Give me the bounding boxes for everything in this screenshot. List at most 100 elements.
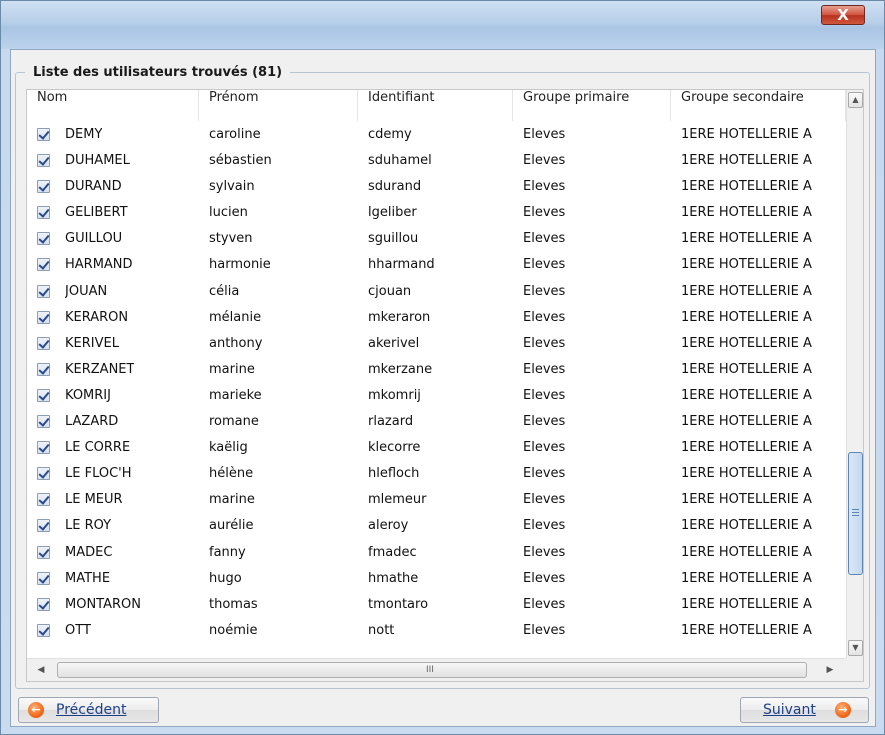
row-checkbox[interactable]	[37, 467, 50, 481]
table-row[interactable]: KERZANET marine mkerzane Eleves 1ERE HOTELLE…	[27, 357, 846, 383]
cell-prenom: thomas	[209, 596, 258, 612]
next-button[interactable]: Suivant →	[740, 697, 869, 723]
cell-groupe-primaire: Eleves	[523, 387, 566, 403]
scroll-left-button[interactable]: ◀	[33, 662, 49, 678]
table-row[interactable]: KOMRIJ marieke mkomrij Eleves 1ERE HOTELLERI…	[27, 383, 846, 409]
horizontal-scrollbar[interactable]: ◀ III ▶	[27, 658, 846, 681]
vertical-scroll-thumb[interactable]	[848, 452, 863, 575]
row-checkbox[interactable]	[37, 284, 50, 298]
row-checkbox[interactable]	[37, 597, 50, 611]
table-row[interactable]: KERARON mélanie mkeraron Eleves 1ERE HOTELLE…	[27, 305, 846, 331]
scroll-right-button[interactable]: ▶	[822, 662, 838, 678]
cell-nom: JOUAN	[65, 283, 108, 299]
cell-groupe-secondaire: 1ERE HOTELLERIE A	[681, 283, 812, 299]
cell-identifiant: tmontaro	[368, 596, 429, 612]
column-header-prenom[interactable]: Prénom	[199, 90, 358, 121]
cell-groupe-primaire: Eleves	[523, 596, 566, 612]
cell-groupe-primaire: Eleves	[523, 309, 566, 325]
cell-groupe-secondaire: 1ERE HOTELLERIE A	[681, 518, 812, 534]
horizontal-scroll-thumb[interactable]: III	[57, 662, 807, 678]
cell-identifiant: hlefloch	[368, 466, 420, 482]
arrow-right-icon: →	[835, 702, 851, 718]
cell-identifiant: mkeraron	[368, 309, 431, 325]
row-checkbox[interactable]	[37, 571, 50, 585]
list-rows: DEMY caroline cdemy Eleves 1ERE HOTELLERIE A…	[27, 122, 846, 644]
row-checkbox[interactable]	[37, 493, 50, 507]
cell-groupe-secondaire: 1ERE HOTELLERIE A	[681, 257, 812, 273]
cell-groupe-secondaire: 1ERE HOTELLERIE A	[681, 414, 812, 430]
cell-identifiant: rlazard	[368, 414, 414, 430]
cell-identifiant: hharmand	[368, 257, 435, 273]
column-header-groupe-secondaire[interactable]: Groupe secondaire	[671, 90, 846, 121]
cell-groupe-secondaire: 1ERE HOTELLERIE A	[681, 622, 812, 638]
cell-prenom: hélène	[209, 466, 254, 482]
cell-groupe-primaire: Eleves	[523, 205, 566, 221]
row-checkbox[interactable]	[37, 519, 50, 533]
table-row[interactable]: DUHAMEL sébastien sduhamel Eleves 1ERE HOTEL…	[27, 148, 846, 174]
column-header-identifiant[interactable]: Identifiant	[358, 90, 513, 121]
cell-groupe-secondaire: 1ERE HOTELLERIE A	[681, 492, 812, 508]
scroll-down-button[interactable]: ▼	[848, 640, 863, 656]
cell-identifiant: nott	[368, 622, 395, 638]
cell-nom: MADEC	[65, 544, 113, 560]
row-checkbox[interactable]	[37, 232, 50, 246]
table-row[interactable]: LE MEUR marine mlemeur Eleves 1ERE HOTELLERI…	[27, 487, 846, 513]
cell-groupe-primaire: Eleves	[523, 622, 566, 638]
cell-groupe-secondaire: 1ERE HOTELLERIE A	[681, 335, 812, 351]
cell-identifiant: mkomrij	[368, 387, 421, 403]
row-checkbox[interactable]	[37, 206, 50, 220]
column-header-groupe-primaire[interactable]: Groupe primaire	[513, 90, 671, 121]
close-button[interactable]: X	[821, 5, 865, 25]
row-checkbox[interactable]	[37, 388, 50, 402]
table-row[interactable]: GUILLOU styven sguillou Eleves 1ERE HOTELLER…	[27, 226, 846, 252]
table-row[interactable]: LE FLOC'H hélène hlefloch Eleves 1ERE HOTELL…	[27, 461, 846, 487]
cell-identifiant: fmadec	[368, 544, 417, 560]
table-row[interactable]: MONTARON thomas tmontaro Eleves 1ERE HOTELLE…	[27, 592, 846, 618]
table-row[interactable]: JOUAN célia cjouan Eleves 1ERE HOTELLERIE A	[27, 279, 846, 305]
row-checkbox[interactable]	[37, 336, 50, 350]
table-row[interactable]: KERIVEL anthony akerivel Eleves 1ERE HOTELLE…	[27, 331, 846, 357]
cell-nom: MATHE	[65, 570, 111, 586]
cell-groupe-primaire: Eleves	[523, 570, 566, 586]
row-checkbox[interactable]	[37, 310, 50, 324]
row-checkbox[interactable]	[37, 441, 50, 455]
table-row[interactable]: LE CORRE kaëlig klecorre Eleves 1ERE HOTELLE…	[27, 435, 846, 461]
row-checkbox[interactable]	[37, 362, 50, 376]
cell-groupe-primaire: Eleves	[523, 127, 566, 142]
table-row[interactable]: OTT noémie nott Eleves 1ERE HOTELLERIE A	[27, 618, 846, 644]
cell-groupe-primaire: Eleves	[523, 153, 566, 169]
users-list[interactable]: Nom Prénom Identifiant Groupe primaire G…	[26, 89, 864, 682]
vertical-scrollbar[interactable]: ▲ ▼	[846, 90, 863, 658]
previous-button[interactable]: ← Précédent	[18, 697, 159, 723]
cell-prenom: kaëlig	[209, 440, 248, 456]
table-row[interactable]: HARMAND harmonie hharmand Eleves 1ERE HOTELL…	[27, 252, 846, 278]
cell-groupe-secondaire: 1ERE HOTELLERIE A	[681, 205, 812, 221]
cell-groupe-secondaire: 1ERE HOTELLERIE A	[681, 596, 812, 612]
table-row[interactable]: MADEC fanny fmadec Eleves 1ERE HOTELLERIE A	[27, 540, 846, 566]
row-checkbox[interactable]	[37, 180, 50, 194]
scroll-up-button[interactable]: ▲	[848, 92, 863, 108]
table-row[interactable]: LAZARD romane rlazard Eleves 1ERE HOTELLERIE…	[27, 409, 846, 435]
cell-prenom: romane	[209, 414, 259, 430]
row-checkbox[interactable]	[37, 415, 50, 429]
cell-prenom: mélanie	[209, 309, 262, 325]
column-header-nom[interactable]: Nom	[27, 90, 199, 121]
table-row[interactable]: DEMY caroline cdemy Eleves 1ERE HOTELLERIE A	[27, 122, 846, 148]
title-bar[interactable]	[1, 1, 884, 49]
table-row[interactable]: DURAND sylvain sdurand Eleves 1ERE HOTELLERI…	[27, 174, 846, 200]
row-checkbox[interactable]	[37, 128, 50, 141]
row-checkbox[interactable]	[37, 623, 50, 637]
cell-prenom: aurélie	[209, 518, 254, 534]
table-row[interactable]: GELIBERT lucien lgeliber Eleves 1ERE HOTELLE…	[27, 200, 846, 226]
row-checkbox[interactable]	[37, 258, 50, 272]
cell-prenom: harmonie	[209, 257, 271, 273]
cell-prenom: célia	[209, 283, 240, 299]
group-title: Liste des utilisateurs trouvés (81)	[25, 64, 291, 82]
row-checkbox[interactable]	[37, 545, 50, 559]
row-checkbox[interactable]	[37, 154, 50, 168]
table-row[interactable]: MATHE hugo hmathe Eleves 1ERE HOTELLERIE A	[27, 566, 846, 592]
next-button-label: Suivant	[763, 702, 816, 718]
table-row[interactable]: LE ROY aurélie aleroy Eleves 1ERE HOTELLERIE…	[27, 513, 846, 539]
cell-nom: LE FLOC'H	[65, 466, 132, 482]
cell-groupe-secondaire: 1ERE HOTELLERIE A	[681, 361, 812, 377]
